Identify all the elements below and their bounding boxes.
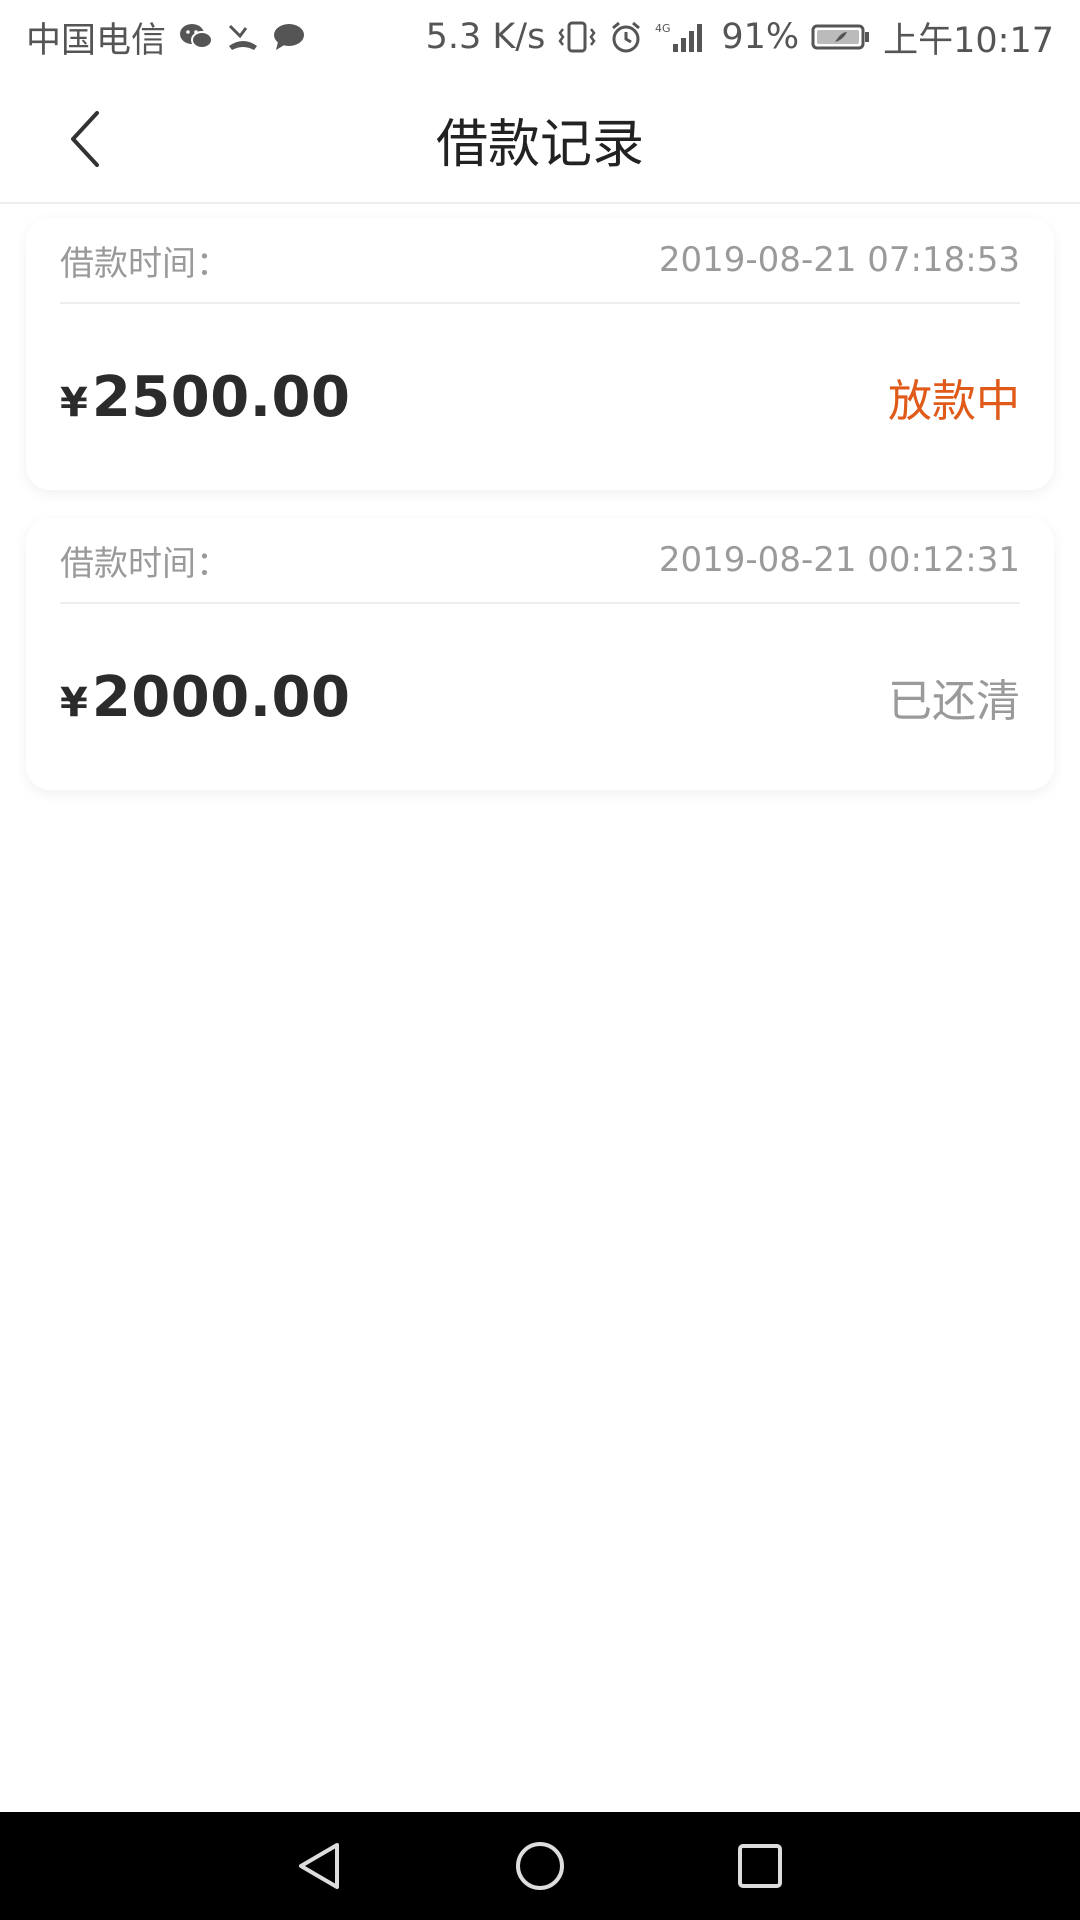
battery-percent: 91% (721, 17, 800, 57)
loan-record-body: ¥ 2500.00 放款中 (60, 304, 1020, 490)
message-icon (272, 22, 306, 52)
triangle-back-icon (299, 1843, 339, 1889)
signal-icon: 4G (655, 20, 709, 54)
loan-time-value: 2019-08-21 07:18:53 (658, 240, 1020, 280)
clock-time: 上午10:17 (883, 20, 1054, 61)
loan-amount-value: 2500.00 (91, 364, 351, 430)
currency-symbol: ¥ (60, 679, 88, 726)
missed-call-icon (226, 22, 260, 52)
chevron-left-icon (71, 111, 99, 167)
navigation-bar (0, 1812, 1080, 1920)
signal-type-label: 4G (655, 22, 671, 35)
loan-record-card[interactable]: 借款时间： 2019-08-21 07:18:53 ¥ 2500.00 放款中 (26, 218, 1054, 490)
loan-status: 放款中 (888, 376, 1020, 427)
loan-amount: ¥ 2500.00 (60, 365, 350, 430)
loan-time-label: 借款时间： (60, 243, 230, 284)
back-button[interactable] (50, 104, 120, 174)
screen: 中国电信 5.3 K/s 4G 91% 上午10:17 借款记录 借款时间： 2… (0, 0, 1080, 1920)
status-bar: 中国电信 5.3 K/s 4G 91% 上午10:17 (0, 0, 1080, 74)
loan-time-label: 借款时间： (60, 543, 230, 584)
loan-record-body: ¥ 2000.00 已还清 (60, 604, 1020, 790)
loan-time-value: 2019-08-21 00:12:31 (658, 540, 1020, 580)
wechat-icon (178, 22, 214, 52)
alarm-icon (609, 20, 643, 54)
loan-amount: ¥ 2000.00 (60, 665, 350, 730)
currency-symbol: ¥ (60, 379, 88, 426)
loan-record-list: 借款时间： 2019-08-21 07:18:53 ¥ 2500.00 放款中 … (26, 218, 1054, 818)
vibrate-icon (557, 20, 597, 54)
nav-back-button[interactable] (290, 1836, 350, 1896)
carrier-name: 中国电信 (26, 20, 167, 61)
loan-record-header: 借款时间： 2019-08-21 00:12:31 (60, 518, 1020, 604)
circle-home-icon (516, 1842, 564, 1890)
loan-status: 已还清 (888, 676, 1020, 727)
status-bar-left: 中国电信 (26, 12, 306, 63)
status-bar-right: 5.3 K/s 4G 91% 上午10:17 (426, 12, 1054, 63)
page-title: 借款记录 (435, 114, 644, 175)
net-speed: 5.3 K/s (425, 17, 546, 57)
loan-record-card[interactable]: 借款时间： 2019-08-21 00:12:31 ¥ 2000.00 已还清 (26, 518, 1054, 790)
battery-icon (811, 22, 871, 52)
loan-amount-value: 2000.00 (91, 664, 351, 730)
nav-recents-button[interactable] (730, 1836, 790, 1896)
nav-home-button[interactable] (510, 1836, 570, 1896)
loan-record-header: 借款时间： 2019-08-21 07:18:53 (60, 218, 1020, 304)
square-recents-icon (738, 1844, 782, 1888)
header: 借款记录 (0, 74, 1080, 204)
